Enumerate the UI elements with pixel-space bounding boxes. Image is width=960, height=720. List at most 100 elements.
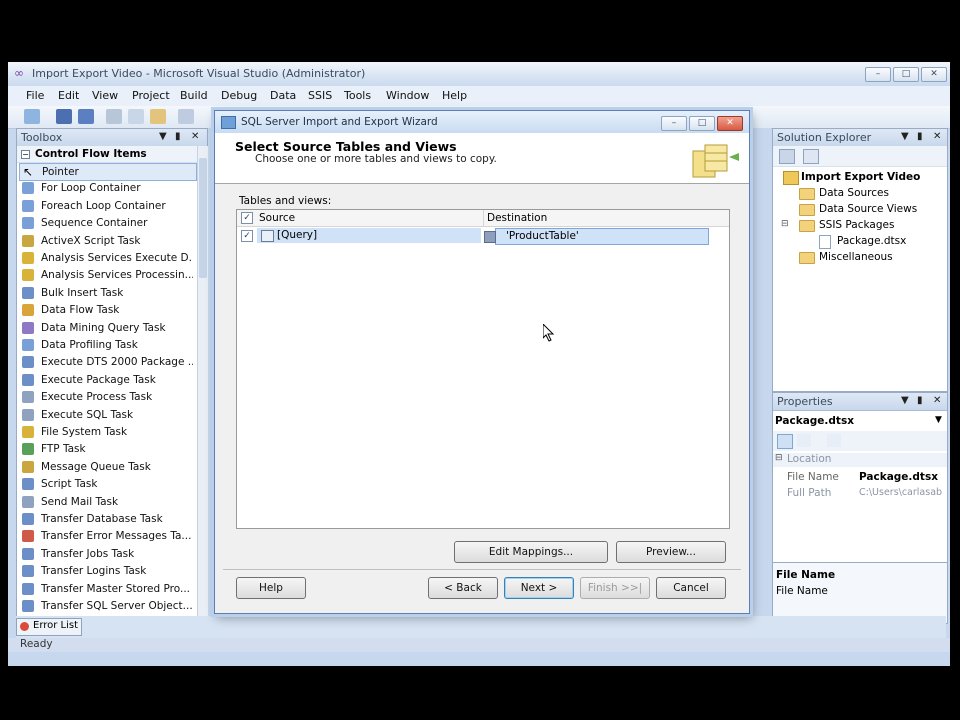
destination-cell[interactable]: 'ProductTable'	[484, 228, 709, 245]
chevron-down-icon[interactable]: ▼	[935, 415, 942, 425]
toolbox-item[interactable]: Data Mining Query Task	[19, 320, 195, 336]
toolbox-group-header[interactable]: − Control Flow Items	[17, 146, 197, 163]
menu-build[interactable]: Build	[180, 89, 208, 102]
edit-mappings-button[interactable]: Edit Mappings...	[454, 541, 608, 563]
close-icon[interactable]: ✕	[933, 395, 941, 406]
scrollbar-thumb[interactable]	[199, 158, 207, 278]
new-project-icon[interactable]	[24, 109, 40, 124]
cut-icon[interactable]	[106, 109, 122, 124]
finish-button[interactable]: Finish >>|	[580, 577, 650, 599]
menu-edit[interactable]: Edit	[58, 89, 79, 102]
toolbox-item[interactable]: Transfer Jobs Task	[19, 546, 195, 562]
property-value[interactable]: C:\Users\carlasab	[859, 487, 945, 498]
copy-icon[interactable]	[128, 109, 144, 124]
toolbox-item[interactable]: Foreach Loop Container	[19, 198, 195, 214]
tables-views-grid[interactable]: ✓ Source Destination ✓ [Query] 'ProductT…	[236, 209, 730, 529]
toolbox-item[interactable]: Transfer SQL Server Object...	[19, 598, 195, 614]
toolbox-item[interactable]: Execute DTS 2000 Package ...	[19, 354, 195, 370]
toolbox-item[interactable]: Data Profiling Task	[19, 337, 195, 353]
dropdown-icon[interactable]: ▼	[159, 131, 167, 142]
select-all-checkbox[interactable]: ✓	[241, 212, 253, 224]
back-button[interactable]: < Back	[428, 577, 498, 599]
toolbox-item[interactable]: Script Task	[19, 476, 195, 492]
pin-icon[interactable]: ▮	[175, 131, 181, 142]
toolbox-item[interactable]: Transfer Database Task	[19, 511, 195, 527]
menu-project[interactable]: Project	[132, 89, 170, 102]
toolbox-item[interactable]: Execute Package Task	[19, 372, 195, 388]
toolbox-item[interactable]: Execute SQL Task	[19, 407, 195, 423]
pin-icon[interactable]: ▮	[917, 131, 923, 142]
close-icon[interactable]: ✕	[933, 131, 941, 142]
solution-item-package[interactable]: Package.dtsx	[837, 235, 906, 247]
close-button[interactable]: ✕	[921, 67, 947, 82]
menu-ssis[interactable]: SSIS	[308, 89, 332, 102]
minimize-button[interactable]: –	[865, 67, 891, 82]
toolbox-item[interactable]: Transfer Logins Task	[19, 563, 195, 579]
tab-error-list[interactable]: Error List	[16, 618, 82, 636]
toolbox-item-label: Transfer Database Task	[41, 513, 163, 525]
collapse-icon[interactable]: −	[21, 150, 30, 159]
menu-data[interactable]: Data	[270, 89, 296, 102]
toolbox-item[interactable]: Analysis Services Processin...	[19, 267, 195, 283]
preview-button[interactable]: Preview...	[616, 541, 726, 563]
solution-item-miscellaneous[interactable]: Miscellaneous	[819, 251, 893, 263]
toolbox-item[interactable]: Transfer Error Messages Ta...	[19, 528, 195, 544]
source-cell[interactable]: [Query]	[257, 228, 481, 243]
dialog-maximize-button[interactable]: □	[689, 116, 715, 131]
toolbox-item[interactable]: File System Task	[19, 424, 195, 440]
column-destination[interactable]: Destination	[487, 212, 547, 224]
table-row[interactable]: ✓ [Query] 'ProductTable'	[237, 227, 729, 245]
undo-icon[interactable]	[178, 109, 194, 124]
dropdown-icon[interactable]: ▼	[901, 395, 909, 406]
collapse-icon[interactable]: ⊟	[775, 453, 783, 463]
solution-item-ssis-packages[interactable]: SSIS Packages	[819, 219, 894, 231]
toolbox-item[interactable]: Execute Process Task	[19, 389, 195, 405]
next-button[interactable]: Next >	[504, 577, 574, 599]
solution-root[interactable]: Import Export Video	[801, 171, 920, 183]
paste-icon[interactable]	[150, 109, 166, 124]
menu-file[interactable]: File	[26, 89, 44, 102]
menu-view[interactable]: View	[92, 89, 118, 102]
categorized-icon[interactable]	[777, 434, 793, 449]
toolbox-item[interactable]: Send Mail Task	[19, 494, 195, 510]
toolbox-item[interactable]: FTP Task	[19, 441, 195, 457]
save-icon[interactable]	[56, 109, 72, 124]
properties-icon[interactable]	[779, 149, 795, 164]
property-value[interactable]: Package.dtsx	[859, 471, 938, 483]
alphabetical-icon[interactable]	[797, 434, 811, 447]
properties-object[interactable]: Package.dtsx	[775, 415, 854, 427]
toolbox-item[interactable]: Sequence Container	[19, 215, 195, 231]
dialog-close-button[interactable]: ✕	[717, 116, 743, 131]
save-all-icon[interactable]	[78, 109, 94, 124]
toolbox-item[interactable]: Transfer Master Stored Pro...	[19, 581, 195, 597]
property-pages-icon[interactable]	[827, 434, 841, 447]
pin-icon[interactable]: ▮	[917, 395, 923, 406]
menu-tools[interactable]: Tools	[344, 89, 371, 102]
cancel-button[interactable]: Cancel	[656, 577, 726, 599]
toolbox-scrollbar[interactable]	[197, 146, 208, 616]
properties-category-row[interactable]: ⊟ Location	[773, 453, 947, 467]
menu-help[interactable]: Help	[442, 89, 467, 102]
toolbox-item-label: Pointer	[42, 166, 79, 178]
toolbox-item[interactable]: Analysis Services Execute D...	[19, 250, 195, 266]
menu-window[interactable]: Window	[386, 89, 429, 102]
toolbox-item[interactable]: ↖ Pointer	[19, 163, 197, 181]
solution-item-data-sources[interactable]: Data Sources	[819, 187, 889, 199]
row-checkbox[interactable]: ✓	[241, 230, 253, 242]
column-source[interactable]: Source	[259, 212, 295, 224]
toolbox-item[interactable]: Data Flow Task	[19, 302, 195, 318]
show-all-files-icon[interactable]	[803, 149, 819, 164]
dropdown-icon[interactable]: ▼	[901, 131, 909, 142]
solution-item-data-source-views[interactable]: Data Source Views	[819, 203, 917, 215]
maximize-button[interactable]: □	[893, 67, 919, 82]
toolbox-item[interactable]: ActiveX Script Task	[19, 233, 195, 249]
collapse-icon[interactable]: ⊟	[781, 219, 789, 229]
menu-debug[interactable]: Debug	[221, 89, 257, 102]
toolbox-item[interactable]: Bulk Insert Task	[19, 285, 195, 301]
help-button[interactable]: Help	[236, 577, 306, 599]
dialog-minimize-button[interactable]: –	[661, 116, 687, 131]
column-divider[interactable]	[483, 210, 484, 226]
toolbox-item[interactable]: Message Queue Task	[19, 459, 195, 475]
toolbox-item[interactable]: For Loop Container	[19, 180, 195, 196]
close-icon[interactable]: ✕	[191, 131, 199, 142]
